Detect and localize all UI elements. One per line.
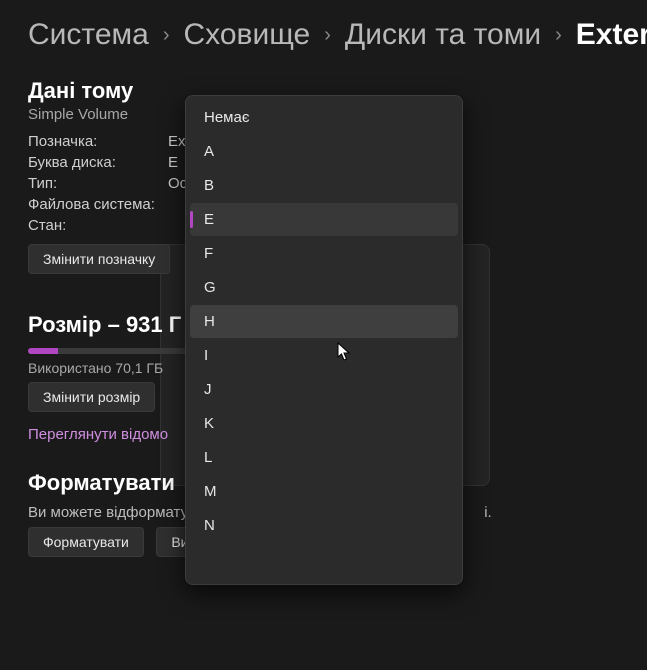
fs-key: Файлова система: <box>28 196 168 213</box>
chevron-icon: › <box>163 24 170 47</box>
drive-letter-option[interactable]: N <box>190 509 458 542</box>
drive-letter-option[interactable]: H <box>190 305 458 338</box>
type-key: Тип: <box>28 175 168 192</box>
state-key: Стан: <box>28 217 168 234</box>
crumb-disks[interactable]: Диски та томи <box>345 18 541 52</box>
drive-letter-option[interactable]: M <box>190 475 458 508</box>
drive-letter-option[interactable]: I <box>190 339 458 372</box>
crumb-system[interactable]: Система <box>28 18 149 52</box>
size-progress-fill <box>28 348 58 354</box>
drive-letter-option[interactable]: F <box>190 237 458 270</box>
resize-button[interactable]: Змінити розмір <box>28 382 155 412</box>
view-details-link[interactable]: Переглянути відомо <box>28 426 168 443</box>
drive-letter-option[interactable]: L <box>190 441 458 474</box>
chevron-icon: › <box>555 24 562 47</box>
drive-letter-option[interactable]: G <box>190 271 458 304</box>
chevron-icon: › <box>324 24 331 47</box>
drive-letter-option[interactable]: Немає <box>190 101 458 134</box>
drive-letter-option[interactable]: E <box>190 203 458 236</box>
drive-letter-option[interactable]: J <box>190 373 458 406</box>
crumb-storage[interactable]: Сховище <box>184 18 311 52</box>
drive-letter-option[interactable]: B <box>190 169 458 202</box>
letter-value: E <box>168 154 178 171</box>
drive-letter-flyout[interactable]: НемаєABEFGHIJKLMN <box>185 95 463 585</box>
change-label-button[interactable]: Змінити позначку <box>28 244 170 274</box>
format-button[interactable]: Форматувати <box>28 527 144 557</box>
drive-letter-option[interactable]: A <box>190 135 458 168</box>
breadcrumb: Система › Сховище › Диски та томи › Exte… <box>0 0 647 60</box>
drive-letter-option[interactable]: K <box>190 407 458 440</box>
label-key: Позначка: <box>28 133 168 150</box>
letter-key: Буква диска: <box>28 154 168 171</box>
crumb-current: Extern <box>576 18 647 52</box>
